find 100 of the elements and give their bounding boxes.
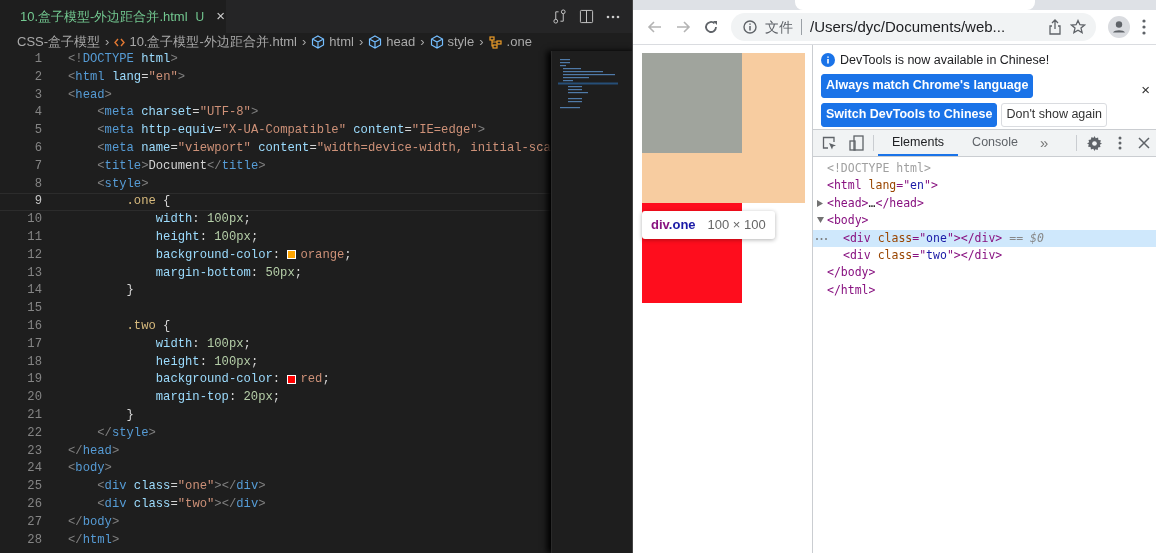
infobar-button[interactable]: Always match Chrome's language [821, 73, 1034, 98]
code-line: <html lang="en"> [68, 68, 186, 86]
more-options-icon[interactable] [1118, 136, 1122, 150]
line-number: 13 [26, 264, 42, 282]
panel-tab[interactable]: Console [958, 130, 1032, 156]
line-number: 25 [26, 478, 42, 496]
more-actions-icon[interactable] [606, 14, 620, 19]
cube-icon [368, 35, 383, 49]
ellipsis-icon[interactable] [816, 237, 827, 240]
code-line: </body> [68, 513, 120, 531]
inspect-element-icon[interactable] [822, 135, 837, 151]
line-number: 28 [26, 531, 42, 549]
line-number: 5 [33, 122, 42, 140]
line-number: 27 [26, 513, 42, 531]
code-line: <div class="one"></div> [96, 478, 266, 496]
code-line: .one { [125, 193, 171, 211]
breadcrumb-item[interactable]: .one [488, 32, 532, 52]
close-icon[interactable] [1138, 137, 1150, 149]
code-line: .two { [125, 317, 171, 335]
code-line: height: 100px; [154, 228, 259, 246]
code-line: </style> [96, 424, 156, 442]
line-number: 24 [26, 460, 42, 478]
code-line: </html> [68, 531, 120, 549]
code-file-icon [114, 37, 126, 47]
minimap-drawing[interactable] [557, 59, 618, 111]
share-icon[interactable] [1048, 19, 1062, 35]
editor-tab[interactable]: 10.盒子模型-外边距合并.html U × [0, 0, 226, 33]
star-icon[interactable] [1070, 19, 1086, 35]
close-infobar-button[interactable]: × [1141, 79, 1150, 102]
address-bar[interactable]: 文件 /Users/dyc/Documents/web... [731, 13, 1096, 41]
code-line: height: 100px; [154, 353, 259, 371]
breadcrumb-item[interactable]: html [311, 32, 354, 52]
code-line: width: 100px; [154, 335, 251, 353]
more-tabs-button[interactable]: » [1032, 130, 1057, 156]
compare-changes-icon[interactable] [552, 9, 567, 24]
line-number: 2 [33, 68, 42, 86]
code-line: width: 100px; [154, 211, 251, 229]
scheme-label: 文件 [765, 19, 802, 35]
infobar-message: DevTools is now available in Chinese! [840, 52, 1050, 69]
line-number: 8 [33, 175, 42, 193]
breadcrumb-item[interactable]: CSS-盒子模型 [17, 32, 101, 52]
dom-node[interactable]: </body> [827, 264, 876, 282]
code-line: </head> [68, 442, 120, 460]
untracked-status-label: U [195, 8, 205, 26]
dom-node[interactable]: <html lang="en"> [827, 177, 938, 195]
code-line: } [125, 282, 134, 300]
code-line: margin-bottom: 50px; [154, 264, 303, 282]
code-line: <meta charset="UTF-8"> [96, 104, 259, 122]
line-number: 19 [26, 371, 42, 389]
breadcrumb-separator: › [105, 33, 110, 52]
line-number: 22 [26, 424, 42, 442]
breadcrumb-separator: › [420, 33, 425, 52]
dom-node[interactable]: <body> [827, 212, 869, 230]
profile-avatar-icon[interactable] [1108, 16, 1130, 38]
device-toolbar-icon[interactable] [849, 135, 864, 151]
split-editor-icon[interactable] [579, 9, 594, 24]
breadcrumb-item[interactable]: head [368, 32, 416, 52]
breadcrumb-separator: › [358, 33, 364, 52]
line-number: 7 [33, 157, 42, 175]
url-text: /Users/dyc/Documents/web... [810, 16, 1007, 37]
breadcrumb-separator: › [479, 33, 484, 52]
line-number: 15 [26, 300, 42, 318]
line-number: 3 [33, 86, 42, 104]
expanded-triangle-icon[interactable] [817, 217, 824, 224]
cube-icon [311, 35, 326, 49]
line-number: 18 [26, 353, 42, 371]
dom-node[interactable]: <head>…</head> [827, 194, 924, 213]
line-number: 6 [33, 140, 42, 157]
line-number: 23 [26, 442, 42, 460]
cube-icon [429, 35, 444, 49]
code-line: <div class="two"></div> [96, 495, 266, 513]
line-number: 21 [26, 406, 42, 424]
breadcrumb-item[interactable]: 10.盒子模型-外边距合并.html [114, 32, 297, 52]
reload-icon[interactable] [703, 19, 719, 35]
breadcrumb-item[interactable]: style [429, 32, 475, 52]
element-selector: div.one [651, 216, 696, 235]
line-number: 11 [26, 228, 42, 246]
dom-node[interactable]: <div class="two"></div> [843, 247, 1003, 265]
line-number: 17 [26, 335, 42, 353]
panel-tab[interactable]: Elements [878, 130, 959, 156]
code-line: <!DOCTYPE html> [68, 51, 178, 68]
infobar-button[interactable]: Don't show again [1001, 102, 1107, 127]
line-number: 9 [33, 193, 42, 211]
infobar-button[interactable]: Switch DevTools to Chinese [821, 102, 998, 127]
dom-node[interactable]: </html> [827, 281, 876, 300]
line-number: 12 [26, 246, 42, 264]
settings-icon[interactable] [1087, 135, 1102, 151]
breadcrumb-separator: › [302, 33, 307, 52]
code-line: <meta name="viewport" content="width=device-width, initial-sca [96, 140, 551, 157]
close-tab-button[interactable]: × [216, 5, 225, 28]
code-line: <style> [96, 175, 149, 193]
selector-icon [488, 35, 503, 49]
collapsed-triangle-icon[interactable] [817, 199, 823, 207]
menu-icon[interactable] [1142, 19, 1146, 35]
info-icon[interactable] [743, 20, 757, 34]
line-number: 10 [26, 211, 42, 229]
line-number: 1 [33, 51, 42, 68]
code-line: background-color: red; [154, 371, 330, 389]
code-line: <title>Document</title> [96, 157, 266, 175]
line-number: 26 [26, 495, 42, 513]
